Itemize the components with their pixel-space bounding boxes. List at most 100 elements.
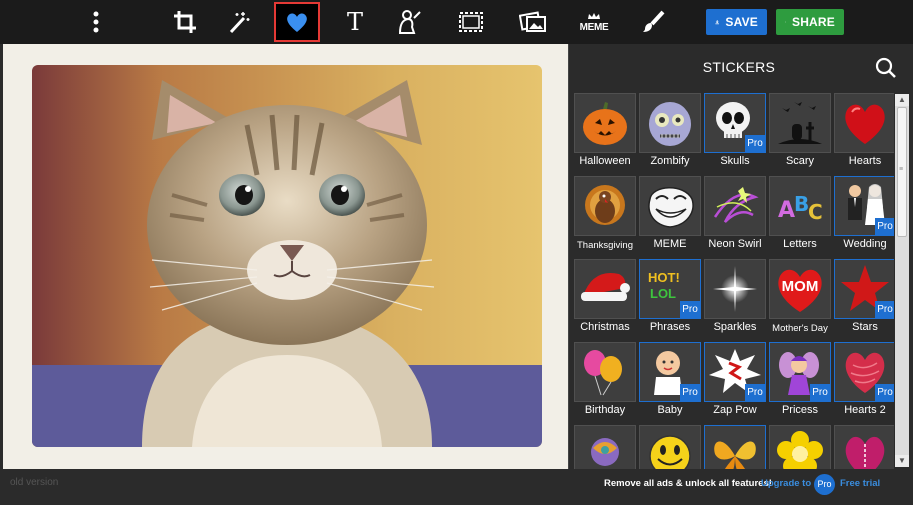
abc-letters-icon: ABC <box>778 192 823 224</box>
stickers-button[interactable] <box>274 2 320 42</box>
mothers-day-thumb: MOM <box>769 259 831 319</box>
phrase-lol-text: LOL <box>650 286 676 301</box>
category-label: Stars <box>852 321 878 333</box>
collage-button[interactable] <box>510 2 556 42</box>
phrase-hot-text: HOT! <box>648 270 680 285</box>
christmas-thumb <box>574 259 636 319</box>
scroll-up-arrow-icon[interactable]: ▲ <box>895 94 909 106</box>
ornament-swirl-icon <box>591 438 619 466</box>
pro-badge: Pro <box>875 218 894 235</box>
meme-icon: MEME <box>579 21 609 33</box>
text-icon: T <box>346 8 363 36</box>
category-princess[interactable]: Pro Pricess <box>769 342 831 422</box>
face-brush-icon <box>398 10 421 34</box>
category-baby[interactable]: Pro Baby <box>639 342 701 422</box>
kitten-photo[interactable] <box>32 65 542 447</box>
category-hearts[interactable]: Hearts <box>834 93 894 173</box>
download-icon <box>715 20 720 25</box>
flower-icon <box>777 431 823 469</box>
upgrade-link[interactable]: Upgrade to <box>761 478 811 489</box>
save-button[interactable]: SAVE <box>706 9 767 35</box>
balloons-icon <box>584 350 622 396</box>
category-row5-2[interactable] <box>639 425 701 469</box>
sparkles-thumb <box>704 259 766 319</box>
princess-thumb: Pro <box>769 342 831 402</box>
category-stars[interactable]: Pro Stars <box>834 259 894 339</box>
footer-bar: old version Remove all ads & unlock all … <box>0 469 913 505</box>
trollface-icon <box>648 187 694 228</box>
scroll-down-arrow-icon[interactable]: ▼ <box>895 455 909 467</box>
search-icon[interactable] <box>875 57 897 79</box>
category-label: Sparkles <box>713 321 757 333</box>
pro-badge: Pro <box>745 135 765 152</box>
wedding-thumb: Pro <box>834 176 894 236</box>
row5-thumb <box>704 425 766 469</box>
letters-thumb: ABC <box>769 176 831 236</box>
category-meme[interactable]: MEME <box>639 176 701 256</box>
svg-text:B: B <box>794 192 809 216</box>
meme-button[interactable]: MEME <box>571 2 617 42</box>
meme-thumb <box>639 176 701 236</box>
category-mothers-day[interactable]: MOM Mother's Day <box>769 259 831 339</box>
save-label: SAVE <box>725 15 758 29</box>
smiley-icon <box>649 435 691 469</box>
svg-text:A: A <box>778 198 795 223</box>
free-trial-link[interactable]: Free trial <box>840 478 880 489</box>
category-skulls[interactable]: Pro Skulls <box>704 93 766 173</box>
touch-up-button[interactable] <box>386 2 432 42</box>
sticker-category-grid: Halloween Zombify Pro Skulls Scary Heart… <box>574 93 894 469</box>
category-scary[interactable]: Scary <box>769 93 831 173</box>
paintbrush-icon <box>643 10 665 32</box>
paint-button[interactable] <box>630 2 676 42</box>
category-phrases[interactable]: HOT! LOL Pro Phrases <box>639 259 701 339</box>
photo-canvas[interactable] <box>0 44 568 469</box>
picture-icon <box>519 11 546 32</box>
category-row5-3[interactable] <box>704 425 766 469</box>
category-zombify[interactable]: Zombify <box>639 93 701 173</box>
pro-badge: Pro <box>680 384 700 401</box>
pumpkin-icon <box>583 102 627 145</box>
kitten-image <box>32 65 542 447</box>
crop-button[interactable] <box>162 2 208 42</box>
pro-badge-icon[interactable]: Pro <box>814 474 835 495</box>
category-neon-swirl[interactable]: Neon Swirl <box>704 176 766 256</box>
effects-button[interactable] <box>216 2 262 42</box>
category-birthday[interactable]: Birthday <box>574 342 636 422</box>
text-button[interactable]: T <box>332 2 378 42</box>
category-row5-5[interactable] <box>834 425 894 469</box>
menu-button[interactable] <box>73 2 119 42</box>
category-christmas[interactable]: Christmas <box>574 259 636 339</box>
pro-badge: Pro <box>810 384 830 401</box>
svg-text:C: C <box>808 200 823 224</box>
magic-wand-icon <box>229 12 250 34</box>
category-label: Thanksgiving <box>577 240 633 251</box>
category-halloween[interactable]: Halloween <box>574 93 636 173</box>
category-row5-4[interactable] <box>769 425 831 469</box>
butterfly-icon <box>714 441 756 469</box>
category-letters[interactable]: ABC Letters <box>769 176 831 256</box>
scroll-thumb[interactable]: ≡ <box>897 107 907 237</box>
panel-scrollbar[interactable]: ▲ ≡ ▼ <box>895 94 909 467</box>
frame-icon <box>459 12 483 32</box>
category-wedding[interactable]: Pro Wedding <box>834 176 894 256</box>
grip-icon: ≡ <box>899 166 904 173</box>
category-label: Birthday <box>584 404 626 416</box>
turkey-icon <box>585 185 625 225</box>
mom-text: MOM <box>781 278 819 295</box>
category-label: Halloween <box>579 155 631 167</box>
category-hearts-2[interactable]: Pro Hearts 2 <box>834 342 894 422</box>
row5-thumb <box>769 425 831 469</box>
category-zap-pow[interactable]: Pro Zap Pow <box>704 342 766 422</box>
phrases-thumb: HOT! LOL Pro <box>639 259 701 319</box>
category-label: Zombify <box>650 155 690 167</box>
frames-button[interactable] <box>448 2 494 42</box>
graveyard-icon <box>778 102 822 144</box>
row5-thumb <box>574 425 636 469</box>
share-button[interactable]: SHARE <box>776 9 844 35</box>
category-label: Skulls <box>720 155 750 167</box>
old-version-link[interactable]: old version <box>10 477 58 488</box>
category-label: Hearts 2 <box>844 404 886 416</box>
category-thanksgiving[interactable]: Thanksgiving <box>574 176 636 256</box>
category-sparkles[interactable]: Sparkles <box>704 259 766 339</box>
category-row5-1[interactable] <box>574 425 636 469</box>
